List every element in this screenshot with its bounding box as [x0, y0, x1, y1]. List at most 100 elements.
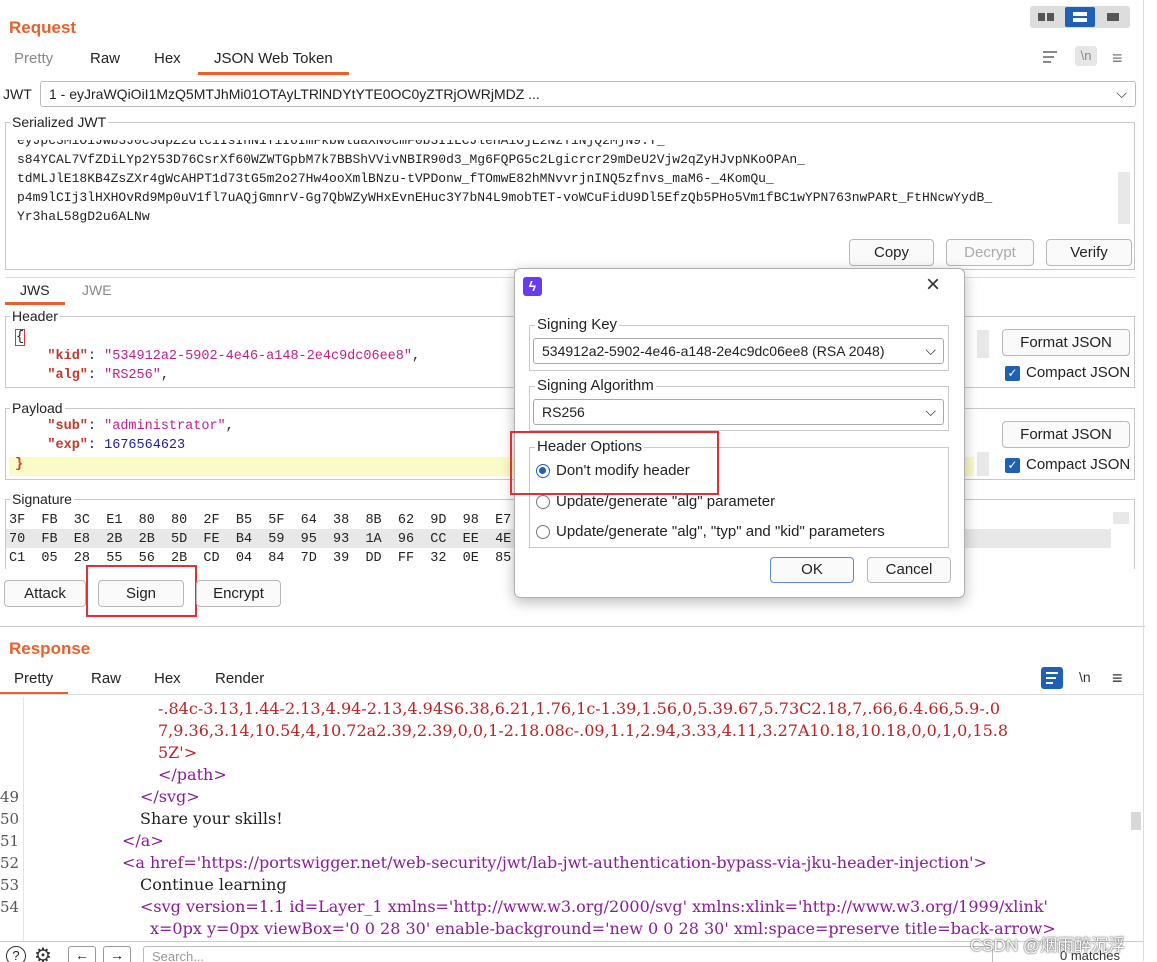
panel-divider	[0, 626, 1145, 627]
gear-icon[interactable]: ⚙	[34, 943, 52, 962]
signing-key-value: 534912a2-5902-4e46-a148-2e4c9dc06ee8 (RS…	[542, 343, 885, 359]
request-menu-icon[interactable]: ≡	[1112, 48, 1123, 69]
jwt-select[interactable]: 1 - eyJraWQiOiI1MzQ5MTJhMi01OTAyLTRlNDYt…	[40, 81, 1136, 107]
signature-scrollbar[interactable]	[1113, 512, 1129, 524]
code-line: <svg version=1.1 id=Layer_1 xmlns='http:…	[140, 897, 1048, 916]
line-number: 54	[0, 898, 20, 916]
layout-toggle-group	[1030, 6, 1130, 28]
encrypt-button[interactable]: Encrypt	[196, 580, 281, 607]
panel-right-border	[1143, 0, 1144, 961]
tab-jwe[interactable]: JWE	[82, 282, 112, 298]
response-menu-icon[interactable]: ≡	[1112, 668, 1123, 689]
tab-jws[interactable]: JWS	[20, 282, 50, 298]
line-number: 50	[0, 810, 20, 828]
cancel-button[interactable]: Cancel	[867, 557, 951, 583]
serialized-jwt-text[interactable]: eyJpc3MiOiJwb3J0c3dpZ2dlciIsInN1YiI6ImFk…	[9, 140, 1117, 226]
response-scrollbar[interactable]	[1131, 812, 1141, 830]
search-placeholder: Search...	[152, 949, 205, 962]
code-line: 5Z'>	[158, 743, 198, 762]
response-wrap-icon[interactable]	[1041, 667, 1063, 689]
close-icon[interactable]: ×	[926, 271, 940, 299]
response-divider	[0, 694, 1143, 695]
response-newline-icon[interactable]: \n	[1079, 669, 1091, 685]
line-number: 52	[0, 854, 20, 872]
json-string: "534912a2-5902-4e46-a148-2e4c9dc06ee8"	[104, 349, 412, 364]
payload-scrollbar[interactable]	[977, 452, 989, 476]
checkmark-icon: ✓	[1005, 365, 1020, 381]
hex-row: 70 FB E8 2B 2B 5D FE B4 59 95 93 1A 96 C…	[9, 532, 512, 547]
response-editor[interactable]: -.84c-3.13,1.44-2.13,4.94-2.13,4.94S6.38…	[0, 697, 1130, 941]
jwt-line: eyJpc3MiOiJwb3J0c3dpZ2dlciIsInN1YiI6ImFk…	[17, 140, 665, 148]
compact-json-label: Compact JSON	[1026, 364, 1131, 381]
json-key: "kid"	[47, 349, 88, 364]
verify-button[interactable]: Verify	[1046, 239, 1132, 266]
wrap-lines-icon[interactable]	[1040, 47, 1062, 67]
payload-legend: Payload	[10, 400, 65, 416]
newline-toggle-icon[interactable]: \n	[1075, 46, 1097, 66]
help-icon[interactable]: ?	[6, 946, 26, 962]
signing-key-legend: Signing Key	[535, 316, 620, 333]
tab-request-raw[interactable]: Raw	[90, 50, 120, 67]
header-scrollbar[interactable]	[977, 330, 989, 358]
signing-key-select[interactable]: 534912a2-5902-4e46-a148-2e4c9dc06ee8 (RS…	[533, 338, 944, 364]
tab-jws-underline	[5, 302, 65, 305]
tab-response-hex[interactable]: Hex	[154, 670, 181, 687]
hex-row: 3F FB 3C E1 80 80 2F B5 5F 64 38 8B 62 9…	[9, 513, 512, 528]
signing-alg-legend: Signing Algorithm	[535, 377, 656, 394]
chevron-down-icon: ⌵	[925, 403, 936, 419]
json-number: 1676564623	[104, 438, 186, 453]
option-update-alg[interactable]: Update/generate "alg" parameter	[536, 493, 775, 510]
brace-open: {	[15, 329, 26, 346]
brace-close: }	[15, 457, 24, 472]
copy-button[interactable]: Copy	[849, 239, 934, 266]
json-string: "administrator"	[104, 419, 226, 434]
code-line: Continue learning	[140, 875, 287, 894]
tab-response-pretty[interactable]: Pretty	[0, 670, 69, 695]
layout-side-by-side-icon[interactable]	[1034, 10, 1060, 24]
jwt-line: Yr3haL58gD2u6ALNw	[17, 209, 150, 224]
jwt-line: tdMLJlE18KB4ZsZXr4gWcAHPT1d73tG5m2o27Hw4…	[17, 171, 774, 186]
signing-alg-value: RS256	[542, 404, 585, 420]
jwt-label: JWT	[3, 86, 32, 102]
csdn-watermark: CSDN @烟雨醉沉浮	[970, 936, 1126, 955]
serialized-scrollbar[interactable]	[1118, 172, 1130, 224]
back-arrow-icon[interactable]: ←	[68, 946, 96, 962]
ok-button[interactable]: OK	[770, 557, 854, 583]
tab-json-web-token[interactable]: JSON Web Token	[198, 50, 349, 75]
search-input[interactable]: Search...	[143, 946, 993, 962]
header-legend: Header	[10, 308, 60, 324]
attack-button[interactable]: Attack	[4, 580, 86, 607]
option-label: Update/generate "alg", "typ" and "kid" p…	[556, 523, 885, 540]
request-title: Request	[9, 18, 77, 37]
forward-arrow-icon[interactable]: →	[103, 946, 131, 962]
option-update-alg-typ-kid[interactable]: Update/generate "alg", "typ" and "kid" p…	[536, 523, 885, 540]
payload-compact-json-checkbox[interactable]: ✓ Compact JSON	[1005, 456, 1130, 473]
decrypt-button[interactable]: Decrypt	[946, 239, 1034, 266]
tab-request-hex[interactable]: Hex	[154, 50, 181, 67]
code-line: -.84c-3.13,1.44-2.13,4.94-2.13,4.94S6.38…	[158, 699, 1000, 718]
sign-dialog: ϟ × Signing Key 534912a2-5902-4e46-a148-…	[510, 268, 965, 598]
layout-stacked-icon[interactable]	[1065, 7, 1095, 27]
tab-request-pretty[interactable]: Pretty	[14, 50, 53, 67]
chevron-down-icon: ⌵	[1116, 85, 1127, 101]
signature-legend: Signature	[10, 491, 74, 507]
code-line: </path>	[158, 765, 227, 784]
header-format-json-button[interactable]: Format JSON	[1002, 329, 1130, 356]
hex-row: C1 05 28 55 56 2B CD 04 84 7D 39 DD FF 3…	[9, 551, 512, 566]
tab-response-render[interactable]: Render	[215, 670, 264, 687]
jwt-select-value: 1 - eyJraWQiOiI1MzQ5MTJhMi01OTAyLTRlNDYt…	[49, 86, 540, 102]
line-number: 49	[0, 788, 20, 806]
radio-unselected	[536, 495, 550, 510]
app-icon: ϟ	[523, 277, 542, 296]
layout-tabs-icon[interactable]	[1100, 10, 1126, 24]
line-number: 53	[0, 876, 20, 894]
code-line: <a href='https://portswigger.net/web-sec…	[122, 853, 987, 872]
tab-response-raw[interactable]: Raw	[91, 670, 121, 687]
payload-format-json-button[interactable]: Format JSON	[1002, 421, 1130, 448]
signing-alg-select[interactable]: RS256 ⌵	[533, 399, 944, 425]
jwt-line: s84YCAL7VfZDiLYp2Y53D76CsrXf60WZWTGpbM7k…	[17, 152, 805, 167]
header-compact-json-checkbox[interactable]: ✓ Compact JSON	[1005, 364, 1130, 381]
code-line: </svg>	[140, 787, 200, 806]
json-key: "sub"	[47, 419, 88, 434]
header-option-highlight-box	[510, 431, 719, 495]
